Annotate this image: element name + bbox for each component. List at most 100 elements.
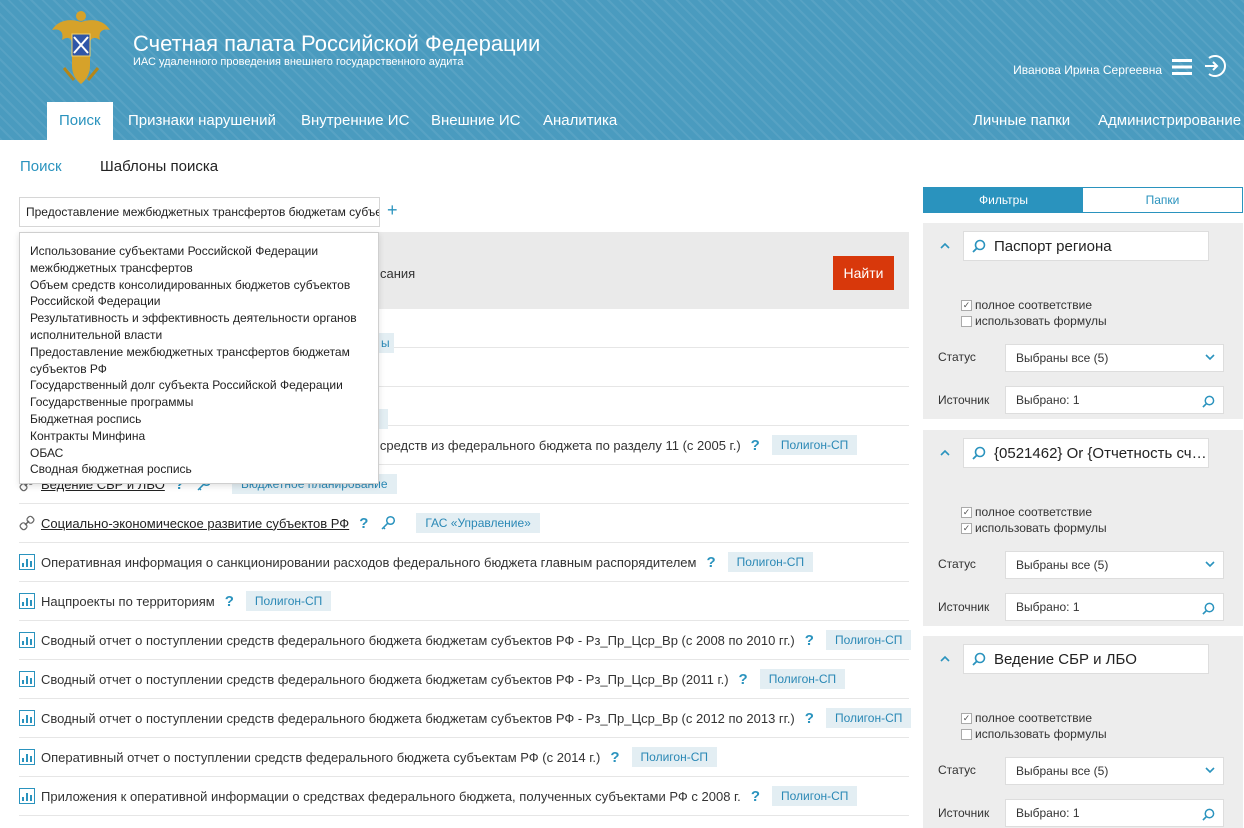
chevron-up-icon[interactable]: [939, 241, 951, 251]
tab-folders[interactable]: Папки: [1083, 188, 1242, 212]
chevron-down-icon: [1205, 767, 1215, 774]
source-select[interactable]: Выбрано: 1: [1005, 386, 1224, 414]
result-row[interactable]: Приложения к оперативной информации о ср…: [19, 777, 909, 816]
report-icon: [19, 593, 35, 609]
nav-external-is[interactable]: Внешние ИС: [431, 102, 520, 140]
source-tag: Полигон-СП: [727, 552, 814, 572]
help-icon[interactable]: ?: [610, 749, 619, 766]
source-select[interactable]: Выбрано: 1: [1005, 799, 1224, 827]
filter-query-text: {0521462} Or {Отчетность счетов}: [994, 444, 1208, 462]
filter-query-field[interactable]: Паспорт региона: [963, 231, 1209, 261]
use-formulas-checkbox[interactable]: ✓ использовать формулы: [961, 521, 1107, 535]
key-icon[interactable]: [380, 515, 396, 531]
help-icon[interactable]: ?: [359, 515, 368, 532]
filter-query-field[interactable]: {0521462} Or {Отчетность счетов}: [963, 438, 1209, 468]
result-title[interactable]: Сводный отчет о поступлении средств феде…: [41, 672, 729, 687]
result-title[interactable]: е средств из федерального бюджета по раз…: [369, 438, 741, 453]
result-title[interactable]: Сводный отчет о поступлении средств феде…: [41, 633, 795, 648]
tab-filters[interactable]: Фильтры: [924, 188, 1083, 212]
result-title[interactable]: Оперативный отчет о поступлении средств …: [41, 750, 600, 765]
hamburger-menu-icon[interactable]: [1172, 58, 1192, 76]
search-icon[interactable]: [1202, 395, 1215, 408]
suggestion-item[interactable]: Объем средств консолидированных бюджетов…: [30, 277, 368, 311]
checkbox[interactable]: ✓: [961, 299, 972, 311]
nav-violations[interactable]: Признаки нарушений: [128, 102, 276, 140]
filter-query-field[interactable]: Ведение СБР и ЛБО: [963, 644, 1209, 674]
suggestion-item[interactable]: ОБАС: [30, 445, 368, 462]
result-title[interactable]: Приложения к оперативной информации о ср…: [41, 789, 741, 804]
nav-administration[interactable]: Администрирование: [1098, 102, 1241, 140]
use-formulas-checkbox[interactable]: использовать формулы: [961, 727, 1107, 741]
help-icon[interactable]: ?: [751, 437, 760, 454]
result-row[interactable]: Нацпроекты по территориям? Полигон-СП: [19, 582, 909, 621]
suggestion-item[interactable]: Предоставление межбюджетных трансфертов …: [30, 344, 368, 378]
help-icon[interactable]: ?: [706, 554, 715, 571]
filter-box: Паспорт региона ✓ полное соответствие испол…: [923, 223, 1243, 419]
subnav-search-link[interactable]: Поиск: [20, 158, 62, 175]
suggestion-item[interactable]: Использование субъектами Российской Феде…: [30, 243, 368, 277]
source-value: Выбрано: 1: [1016, 806, 1080, 820]
exact-match-checkbox[interactable]: ✓ полное соответствие: [961, 298, 1092, 312]
suggestion-item[interactable]: Бюджетная роспись: [30, 411, 368, 428]
checkbox[interactable]: ✓: [961, 506, 972, 518]
suggestion-item[interactable]: Контракты Минфина: [30, 428, 368, 445]
header-top: Счетная палата Российской Федерации ИАС …: [0, 0, 1244, 102]
checkbox[interactable]: ✓: [961, 522, 972, 534]
report-icon: [19, 671, 35, 687]
checkbox[interactable]: [961, 315, 972, 327]
exact-match-checkbox[interactable]: ✓ полное соответствие: [961, 505, 1092, 519]
status-select[interactable]: Выбраны все (5): [1005, 757, 1224, 785]
filter-query-text: Паспорт региона: [994, 237, 1112, 255]
chevron-down-icon: [1205, 561, 1215, 568]
status-value: Выбраны все (5): [1016, 558, 1109, 572]
result-title[interactable]: Нацпроекты по территориям: [41, 594, 215, 609]
filter-box: Ведение СБР и ЛБО ✓ полное соответствие исп…: [923, 636, 1243, 828]
checkbox[interactable]: ✓: [961, 712, 972, 724]
source-value: Выбрано: 1: [1016, 393, 1080, 407]
result-row[interactable]: Сводный отчет о поступлении средств феде…: [19, 621, 912, 660]
result-row[interactable]: Сводный отчет о поступлении средств феде…: [19, 660, 909, 699]
help-icon[interactable]: ?: [805, 710, 814, 727]
search-icon[interactable]: [1202, 602, 1215, 615]
search-input[interactable]: Предоставление межбюджетных трансфертов …: [19, 197, 380, 227]
suggestion-item[interactable]: Сводная бюджетная роспись: [30, 461, 368, 478]
result-row[interactable]: Социально-экономическое развитие субъект…: [19, 504, 909, 543]
help-icon[interactable]: ?: [751, 788, 760, 805]
logout-icon[interactable]: [1199, 52, 1227, 80]
suggestion-item[interactable]: Результативность и эффективность деятель…: [30, 310, 368, 344]
suggestion-item[interactable]: Государственный долг субъекта Российской…: [30, 377, 368, 394]
status-select[interactable]: Выбраны все (5): [1005, 551, 1224, 579]
result-row[interactable]: Оперативный отчет о поступлении средств …: [19, 738, 909, 777]
nav-internal-is[interactable]: Внутренние ИС: [301, 102, 409, 140]
chevron-up-icon[interactable]: [939, 448, 951, 458]
help-icon[interactable]: ?: [225, 593, 234, 610]
help-icon[interactable]: ?: [805, 632, 814, 649]
nav-analytics[interactable]: Аналитика: [543, 102, 617, 140]
exact-match-checkbox[interactable]: ✓ полное соответствие: [961, 711, 1092, 725]
status-select[interactable]: Выбраны все (5): [1005, 344, 1224, 372]
subnav-templates[interactable]: Шаблоны поиска: [100, 158, 218, 175]
chevron-up-icon[interactable]: [939, 654, 951, 664]
nav-search[interactable]: Поиск: [47, 102, 113, 140]
result-row[interactable]: Сводный отчет о поступлении средств феде…: [19, 699, 912, 738]
result-title[interactable]: Сводный отчет о поступлении средств феде…: [41, 711, 795, 726]
app-header: Счетная палата Российской Федерации ИАС …: [0, 0, 1244, 140]
checkbox[interactable]: [961, 728, 972, 740]
result-title[interactable]: Оперативная информация о санкционировани…: [41, 555, 696, 570]
add-query-button[interactable]: +: [387, 200, 398, 221]
user-name[interactable]: Иванова Ирина Сергеевна: [1013, 63, 1162, 77]
find-button[interactable]: Найти: [833, 256, 894, 290]
result-title[interactable]: Социально-экономическое развитие субъект…: [41, 516, 349, 531]
nav-personal-folders[interactable]: Личные папки: [973, 102, 1070, 140]
suggestion-item[interactable]: Государственные программы: [30, 394, 368, 411]
source-select[interactable]: Выбрано: 1: [1005, 593, 1224, 621]
help-icon[interactable]: ?: [739, 671, 748, 688]
use-formulas-checkbox[interactable]: использовать формулы: [961, 314, 1107, 328]
filter-query-text: Ведение СБР и ЛБО: [994, 650, 1137, 668]
checkbox-label: использовать формулы: [975, 314, 1107, 328]
report-icon: [19, 749, 35, 765]
result-row[interactable]: Оперативная информация о санкционировани…: [19, 543, 909, 582]
search-icon[interactable]: [1202, 808, 1215, 821]
status-label: Статус: [938, 557, 976, 571]
link-icon: [19, 515, 35, 531]
